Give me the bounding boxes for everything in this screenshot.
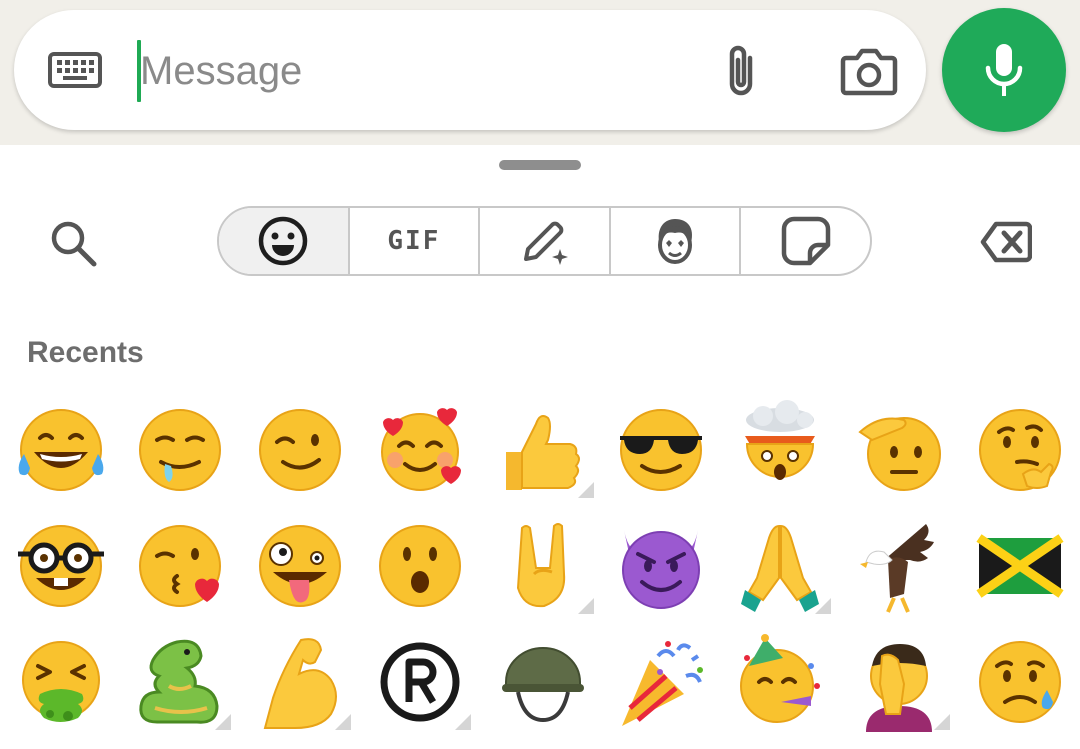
smiling-face-with-horns-emoji[interactable] bbox=[606, 520, 716, 616]
tab-emoji[interactable] bbox=[219, 208, 348, 274]
skin-tone-indicator bbox=[934, 714, 950, 730]
face-vomiting-emoji[interactable] bbox=[6, 636, 116, 732]
panel-tabs: GIF bbox=[217, 206, 872, 276]
skin-tone-indicator bbox=[215, 714, 231, 730]
tab-create[interactable] bbox=[478, 208, 609, 274]
backspace-icon[interactable] bbox=[980, 220, 1033, 264]
party-popper-emoji[interactable] bbox=[606, 636, 716, 732]
skin-tone-indicator bbox=[455, 714, 471, 730]
thumbs-up-emoji[interactable] bbox=[488, 404, 598, 500]
partying-face-emoji[interactable] bbox=[725, 634, 835, 732]
smiley-icon bbox=[259, 216, 308, 266]
saluting-face-emoji[interactable] bbox=[844, 404, 954, 500]
sad-but-relieved-face-emoji[interactable] bbox=[965, 636, 1075, 732]
drooling-face-emoji[interactable] bbox=[125, 404, 235, 500]
military-helmet-emoji[interactable] bbox=[488, 636, 598, 732]
microphone-icon bbox=[985, 44, 1023, 96]
section-title: Recents bbox=[27, 336, 144, 369]
nerd-face-emoji[interactable] bbox=[6, 520, 116, 616]
message-input[interactable]: Message bbox=[140, 43, 302, 99]
avatar-icon bbox=[658, 219, 693, 264]
search-icon[interactable] bbox=[48, 218, 98, 268]
panel-drag-handle[interactable] bbox=[499, 160, 581, 170]
exploding-head-emoji[interactable] bbox=[725, 400, 835, 500]
skin-tone-indicator bbox=[335, 714, 351, 730]
composer-bar: Message bbox=[0, 0, 1080, 145]
message-input-container[interactable]: Message bbox=[14, 10, 926, 130]
eagle-emoji[interactable] bbox=[844, 520, 954, 616]
skin-tone-indicator bbox=[578, 598, 594, 614]
skin-tone-indicator bbox=[815, 598, 831, 614]
keyboard-icon[interactable] bbox=[48, 44, 102, 96]
flag-jamaica-emoji[interactable] bbox=[965, 520, 1075, 616]
tab-gif[interactable]: GIF bbox=[347, 208, 479, 274]
zany-face-emoji[interactable] bbox=[245, 520, 355, 616]
paperclip-icon[interactable] bbox=[720, 40, 764, 102]
sign-of-the-horns-emoji[interactable] bbox=[488, 520, 598, 616]
sticker-icon bbox=[781, 216, 830, 266]
microphone-button[interactable] bbox=[942, 8, 1066, 132]
thinking-face-emoji[interactable] bbox=[965, 404, 1075, 500]
winking-face-emoji[interactable] bbox=[245, 404, 355, 500]
pencil-sparkle-icon bbox=[524, 221, 569, 265]
face-blowing-kiss-emoji[interactable] bbox=[125, 520, 235, 616]
face-with-open-mouth-emoji[interactable] bbox=[365, 520, 475, 616]
gif-label: GIF bbox=[387, 226, 441, 256]
tears-of-joy-emoji[interactable] bbox=[6, 404, 116, 500]
person-facepalming-emoji[interactable] bbox=[844, 636, 954, 732]
folded-hands-emoji[interactable] bbox=[725, 520, 835, 616]
tab-stickers[interactable] bbox=[739, 208, 870, 274]
dragon-emoji[interactable] bbox=[125, 636, 235, 732]
emoji-grid bbox=[0, 400, 1080, 749]
skin-tone-indicator bbox=[578, 482, 594, 498]
smiling-face-with-sunglasses-emoji[interactable] bbox=[606, 404, 716, 500]
camera-icon[interactable] bbox=[840, 46, 898, 96]
tab-avatar[interactable] bbox=[608, 208, 740, 274]
registered-sign-emoji[interactable] bbox=[365, 636, 475, 732]
flexed-biceps-emoji[interactable] bbox=[245, 636, 355, 732]
smiling-face-with-hearts-emoji[interactable] bbox=[365, 404, 475, 500]
